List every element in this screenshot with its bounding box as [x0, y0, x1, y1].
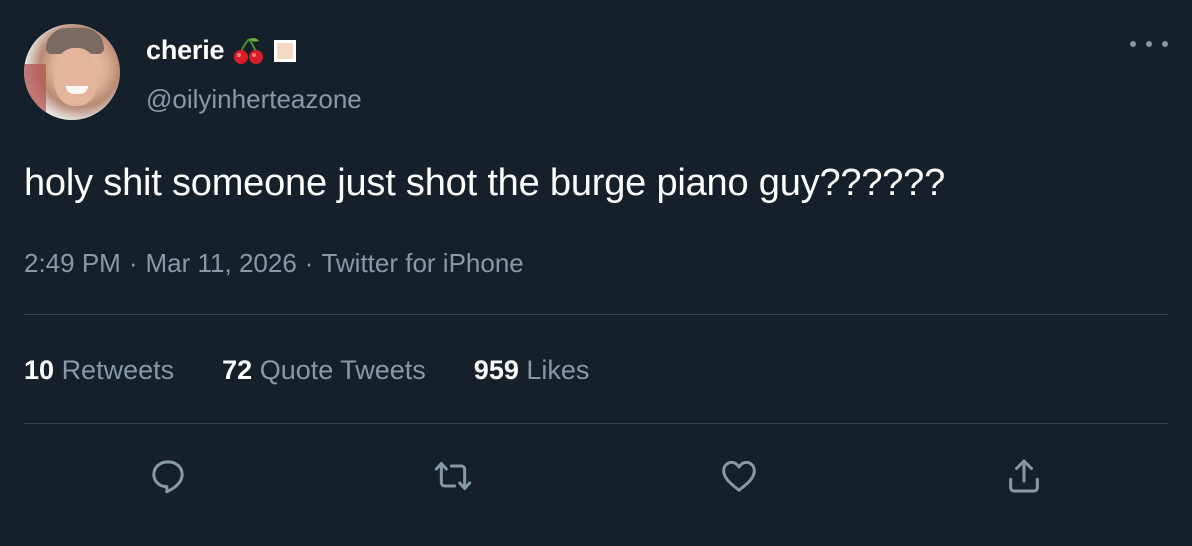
meta-separator: · — [304, 248, 314, 278]
retweets-stat[interactable]: 10 Retweets — [24, 355, 174, 386]
tweet-text: holy shit someone just shot the burge pi… — [24, 162, 946, 204]
avatar[interactable] — [24, 24, 120, 120]
tweet-date[interactable]: Mar 11, 2026 — [146, 248, 297, 278]
quote-tweets-stat[interactable]: 72 Quote Tweets — [222, 355, 426, 386]
name-row: cherie — [146, 35, 297, 66]
avatar-background-figure — [24, 64, 46, 114]
retweets-count: 10 — [24, 355, 55, 385]
tweet-source[interactable]: Twitter for iPhone — [321, 248, 523, 278]
tweet-stats: 10 Retweets 72 Quote Tweets 959 Likes — [24, 355, 589, 386]
retweet-icon[interactable] — [431, 454, 475, 498]
reply-icon[interactable] — [146, 454, 190, 498]
quote-tweets-count: 72 — [222, 355, 253, 385]
meta-separator: · — [128, 248, 138, 278]
divider — [24, 314, 1168, 315]
heart-icon[interactable] — [717, 454, 761, 498]
likes-stat[interactable]: 959 Likes — [474, 355, 590, 386]
more-dot — [1130, 41, 1136, 47]
skin-tone-square-icon — [274, 39, 297, 62]
divider — [24, 423, 1168, 424]
more-dot — [1146, 41, 1152, 47]
more-options-icon[interactable] — [1130, 38, 1168, 50]
retweets-label: Retweets — [61, 355, 175, 385]
tweet-metadata: 2:49 PM · Mar 11, 2026 · Twitter for iPhone — [24, 248, 524, 279]
share-icon[interactable] — [1002, 454, 1046, 498]
likes-count: 959 — [473, 355, 519, 385]
quote-tweets-label: Quote Tweets — [259, 355, 426, 385]
display-name[interactable]: cherie — [146, 35, 225, 66]
action-bar — [0, 454, 1192, 498]
avatar-face — [54, 48, 98, 106]
cherries-emoji-icon — [232, 36, 266, 66]
more-dot — [1162, 41, 1168, 47]
tweet-card: cherie @oilyinherteazone holy shit someo… — [0, 0, 1192, 546]
likes-label: Likes — [526, 355, 590, 385]
user-handle[interactable]: @oilyinherteazone — [146, 84, 362, 115]
tweet-time[interactable]: 2:49 PM — [24, 248, 121, 278]
